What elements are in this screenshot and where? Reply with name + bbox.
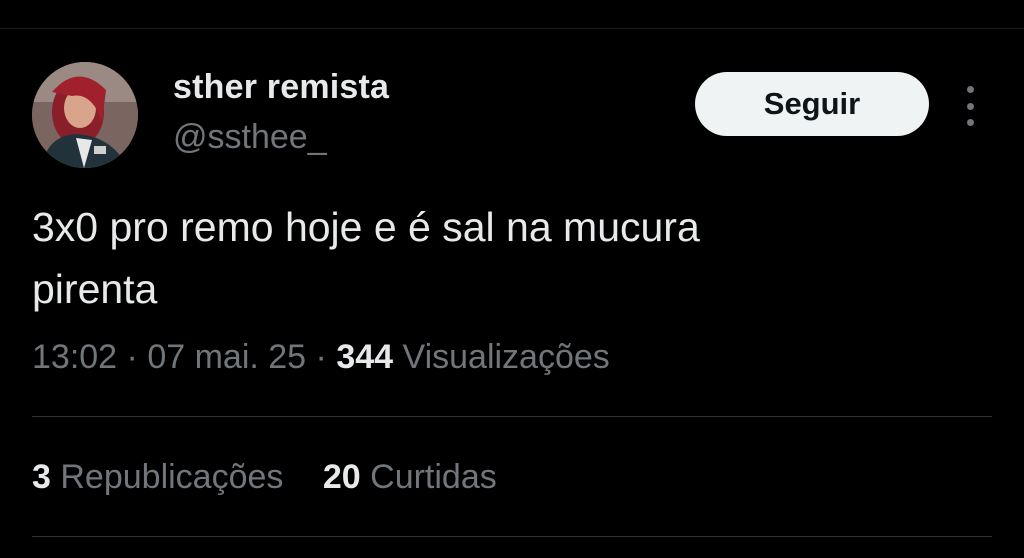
divider: [32, 536, 992, 537]
likes-count: 20: [322, 458, 361, 496]
tweet-date[interactable]: 07 mai. 25: [147, 338, 306, 376]
tweet-text-line: pirenta: [32, 266, 158, 312]
more-vertical-icon[interactable]: [958, 86, 982, 126]
reposts-stat[interactable]: 3 Republicações: [32, 458, 283, 497]
meta-separator: ·: [126, 338, 138, 376]
divider: [32, 416, 992, 417]
avatar[interactable]: [32, 62, 138, 168]
likes-stat[interactable]: 20 Curtidas: [323, 458, 497, 497]
reposts-label: Republicações: [60, 458, 284, 496]
views-count: 344: [336, 338, 394, 376]
tweet-time[interactable]: 13:02: [32, 338, 117, 376]
tweet-text: 3x0 pro remo hoje e é sal na mucura pire…: [32, 196, 932, 320]
tweet-stats: 3 Republicações 20 Curtidas: [32, 458, 497, 497]
avatar-image: [32, 62, 138, 168]
meta-separator: ·: [315, 338, 327, 376]
views-label: Visualizações: [402, 338, 610, 376]
reposts-count: 3: [32, 458, 51, 496]
top-divider: [0, 28, 1024, 29]
tweet-text-line: 3x0 pro remo hoje e é sal na mucura: [32, 204, 700, 250]
likes-label: Curtidas: [370, 458, 497, 496]
author-handle[interactable]: @ssthee_: [173, 118, 327, 157]
tweet-meta: 13:02 · 07 mai. 25 · 344 Visualizações: [32, 338, 610, 377]
author-display-name[interactable]: sther remista: [173, 68, 389, 107]
follow-button[interactable]: Seguir: [695, 72, 929, 136]
